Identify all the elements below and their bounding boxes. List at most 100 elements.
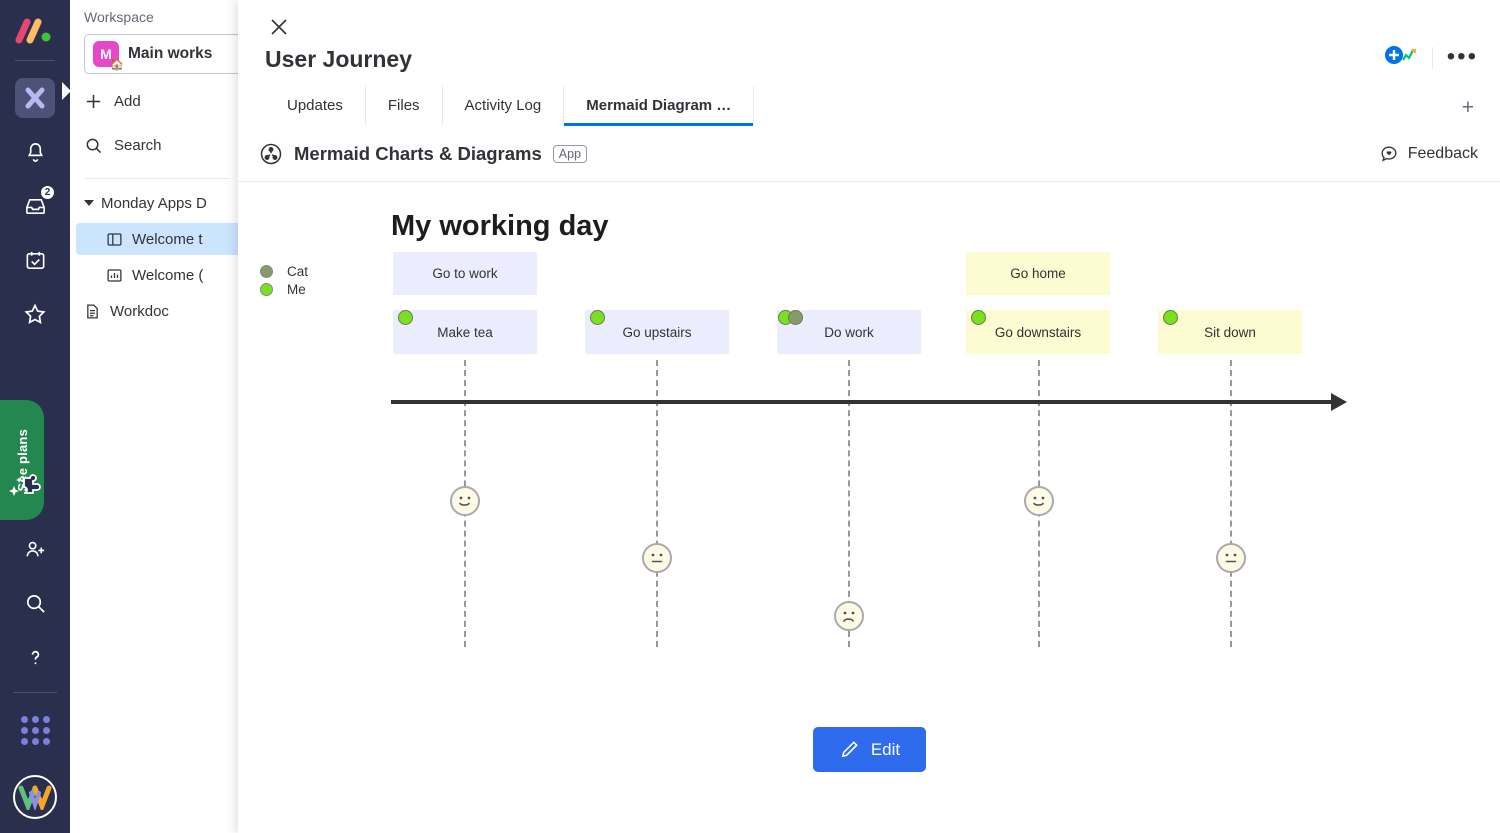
- panel-tabs: Updates Files Activity Log Mermaid Diagr…: [265, 86, 1500, 126]
- edit-button-label: Edit: [870, 739, 901, 759]
- board-icon: [107, 232, 122, 246]
- mermaid-diagram-canvas: My working day Cat Me Go to work Go home…: [238, 182, 1500, 772]
- notifications-bell-icon: [27, 142, 43, 162]
- action-divider: [1431, 46, 1433, 69]
- feedback-button[interactable]: Feedback: [1379, 144, 1478, 164]
- timeline-arrow-icon: [1331, 393, 1347, 411]
- app-bar: Mermaid Charts & Diagrams App Feedback: [238, 126, 1500, 182]
- diagram-title: My working day: [391, 210, 609, 242]
- sidebar-divider: [84, 178, 230, 179]
- chevron-down-icon: [84, 200, 94, 206]
- rail-bottom-group: [0, 522, 70, 819]
- my-work-button[interactable]: [15, 240, 55, 280]
- home-icon: 🏠: [110, 59, 124, 71]
- search-icon: [26, 594, 45, 613]
- user-avatar[interactable]: [13, 775, 57, 819]
- sidebar-item-workdoc[interactable]: Workdoc: [84, 295, 230, 327]
- legend-color-swatch: [260, 282, 273, 296]
- close-icon[interactable]: [268, 16, 290, 38]
- search-icon: [86, 138, 102, 153]
- favorites-button[interactable]: [15, 294, 55, 334]
- help-icon: [31, 650, 39, 664]
- diagram-legend: Cat Me: [260, 262, 308, 298]
- sidebar-item-welcome-board[interactable]: Welcome t: [76, 223, 251, 255]
- apps-grid-button[interactable]: [15, 710, 55, 750]
- rail-search-button[interactable]: [15, 583, 55, 623]
- legend-color-swatch: [260, 264, 273, 278]
- face-neutral-go-upstairs: [642, 543, 672, 573]
- timeline-axis: [391, 400, 1331, 404]
- task-box-go-upstairs: Go upstairs: [585, 310, 729, 354]
- pencil-icon: [841, 741, 858, 758]
- workspace-section-label: Workspace: [84, 9, 154, 25]
- sidebar-search-button[interactable]: Search: [84, 128, 230, 162]
- add-button[interactable]: Add: [84, 84, 230, 118]
- mermaid-app-icon: [260, 143, 282, 164]
- actor-dot-cat: [788, 310, 803, 325]
- sidebar-group-label: Monday Apps D: [101, 194, 207, 212]
- panel-actions: •••: [1384, 42, 1478, 73]
- face-sad-do-work: [834, 601, 864, 631]
- face-happy-make-tea: [450, 486, 480, 516]
- app-badge: App: [552, 144, 588, 163]
- feedback-label: Feedback: [1407, 144, 1478, 162]
- face-neutral-sit-down: [1216, 543, 1246, 573]
- app-name: Mermaid Charts & Diagrams: [294, 142, 542, 164]
- sidebar-item-workspace[interactable]: [15, 78, 55, 118]
- add-integration-icon[interactable]: [1384, 42, 1418, 73]
- doc-icon: [87, 303, 98, 319]
- section-box-go-home: Go home: [966, 252, 1110, 295]
- invite-members-button[interactable]: [15, 529, 55, 569]
- inbox-badge: 2: [39, 184, 56, 201]
- my-work-calendar-icon: [26, 251, 44, 269]
- rail-divider: [15, 60, 55, 61]
- rail-divider-bottom: [13, 692, 57, 693]
- section-box-go-to-work: Go to work: [393, 252, 537, 295]
- plus-icon: [86, 94, 101, 108]
- search-label: Search: [114, 136, 162, 154]
- apps-grid-icon: [20, 715, 50, 745]
- tab-updates[interactable]: Updates: [265, 86, 366, 125]
- favorites-star-icon: [24, 303, 46, 324]
- sidebar-item-label: Welcome t: [132, 230, 203, 248]
- add-tab-button[interactable]: +: [1462, 96, 1474, 120]
- sidebar-item-label: Workdoc: [110, 302, 169, 320]
- actor-dot-me: [590, 310, 605, 325]
- edit-button[interactable]: Edit: [813, 727, 926, 772]
- monday-logo[interactable]: [13, 14, 57, 48]
- feedback-icon: [1381, 145, 1397, 162]
- actor-dot-me: [398, 310, 413, 325]
- workspace-sidebar: Workspace M 🏠 Main works Add Search Mond…: [70, 0, 259, 833]
- workspace-icon: [25, 87, 45, 109]
- tab-files[interactable]: Files: [366, 86, 443, 125]
- legend-item: Me: [260, 280, 308, 298]
- sidebar-item-label: Welcome (: [132, 266, 204, 284]
- dashboard-icon: [107, 268, 122, 282]
- item-panel: User Journey ••• Updates Files Activity …: [238, 0, 1500, 833]
- face-happy-go-downstairs: [1024, 486, 1054, 516]
- actor-dot-me: [971, 310, 986, 325]
- left-rail: 2 See plans: [0, 0, 71, 833]
- workspace-picker[interactable]: M 🏠 Main works: [84, 34, 259, 74]
- workspace-name: Main works: [128, 45, 213, 62]
- legend-label: Cat: [287, 263, 309, 279]
- inbox-button[interactable]: 2: [15, 184, 56, 226]
- legend-item: Cat: [260, 262, 308, 280]
- task-box-sit-down: Sit down: [1158, 310, 1302, 354]
- invite-members-icon: [26, 541, 44, 556]
- actor-dot-me: [1163, 310, 1178, 325]
- notifications-button[interactable]: [15, 132, 55, 172]
- tab-activity-log[interactable]: Activity Log: [443, 86, 565, 125]
- workspace-avatar: M 🏠: [93, 41, 124, 71]
- task-box-go-downstairs: Go downstairs: [966, 310, 1110, 354]
- sidebar-item-welcome-dashboard[interactable]: Welcome (: [84, 259, 230, 291]
- tab-mermaid-diagram[interactable]: Mermaid Diagram …: [564, 86, 755, 126]
- page-title: User Journey: [265, 46, 413, 72]
- more-options-button[interactable]: •••: [1447, 44, 1478, 69]
- sidebar-group-monday-apps[interactable]: Monday Apps D: [84, 187, 230, 219]
- puzzle-sparkle-icon[interactable]: [8, 470, 48, 509]
- help-button[interactable]: [15, 637, 55, 677]
- app-root: 2 See plans Workspace M 🏠 Main works Add…: [0, 0, 1500, 833]
- add-label: Add: [114, 92, 141, 110]
- legend-label: Me: [287, 281, 306, 297]
